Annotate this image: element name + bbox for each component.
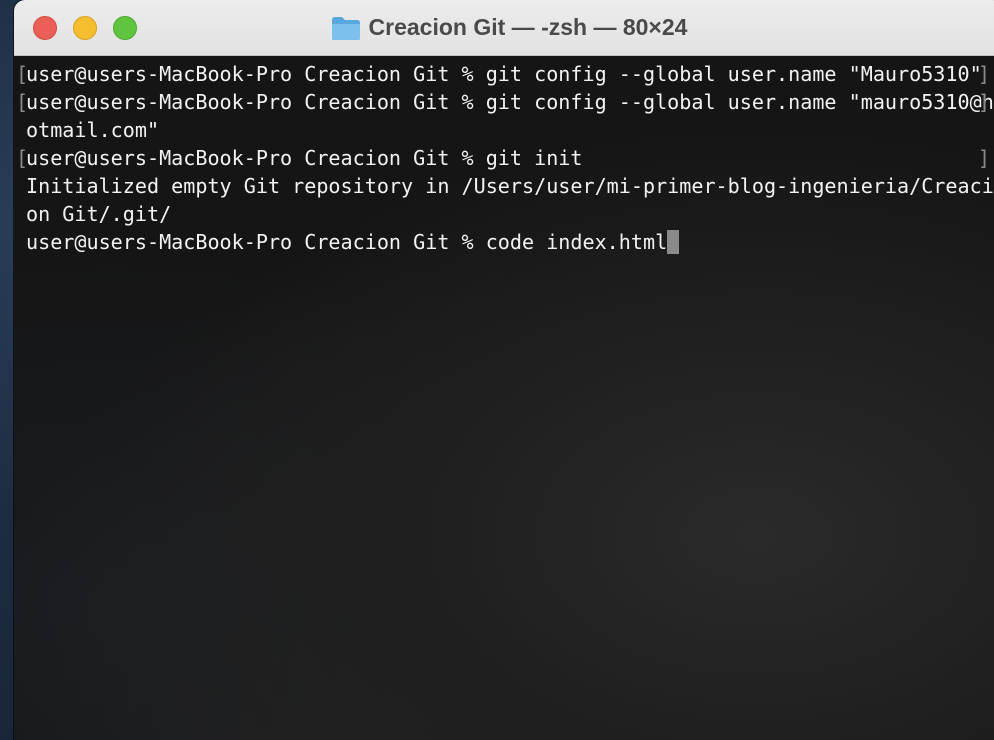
window-title: Creacion Git — -zsh — 80×24 — [14, 0, 994, 55]
terminal-line-text: on Git/.git/ — [26, 202, 172, 226]
mark-bracket-right: ] — [977, 62, 990, 86]
mark-bracket-left: [ — [16, 90, 29, 114]
terminal-line: user@users-MacBook-Pro Creacion Git % co… — [26, 228, 992, 256]
terminal-area[interactable]: [] user@users-MacBook-Pro Creacion Git % … — [14, 56, 994, 740]
terminal-line-text: user@users-MacBook-Pro Creacion Git % gi… — [26, 90, 994, 114]
text-cursor — [667, 230, 680, 254]
terminal-line-text: user@users-MacBook-Pro Creacion Git % gi… — [26, 62, 982, 86]
title-bar[interactable]: Creacion Git — -zsh — 80×24 — [14, 0, 994, 56]
mark-bracket-left: [ — [16, 146, 29, 170]
terminal-line-text: Initialized empty Git repository in /Use… — [26, 174, 994, 198]
mark-bracket-right: ] — [977, 90, 990, 114]
folder-icon — [331, 15, 361, 41]
terminal-output: [] user@users-MacBook-Pro Creacion Git % … — [16, 60, 994, 256]
terminal-line: otmail.com" — [26, 116, 992, 144]
mark-bracket-left: [ — [16, 62, 29, 86]
terminal-line-text: otmail.com" — [26, 118, 160, 142]
terminal-line: [] user@users-MacBook-Pro Creacion Git % … — [16, 60, 992, 88]
terminal-line-text: user@users-MacBook-Pro Creacion Git % co… — [26, 230, 668, 254]
terminal-line: on Git/.git/ — [26, 200, 992, 228]
terminal-line: Initialized empty Git repository in /Use… — [26, 172, 994, 200]
window-title-text: Creacion Git — -zsh — 80×24 — [368, 14, 688, 40]
terminal-line: [] user@users-MacBook-Pro Creacion Git % … — [16, 88, 994, 116]
terminal-window: Creacion Git — -zsh — 80×24 [] user@users… — [14, 0, 994, 740]
mark-bracket-right: ] — [977, 146, 990, 170]
terminal-line-text: user@users-MacBook-Pro Creacion Git % gi… — [26, 146, 583, 170]
terminal-line: [] user@users-MacBook-Pro Creacion Git % … — [16, 144, 992, 172]
